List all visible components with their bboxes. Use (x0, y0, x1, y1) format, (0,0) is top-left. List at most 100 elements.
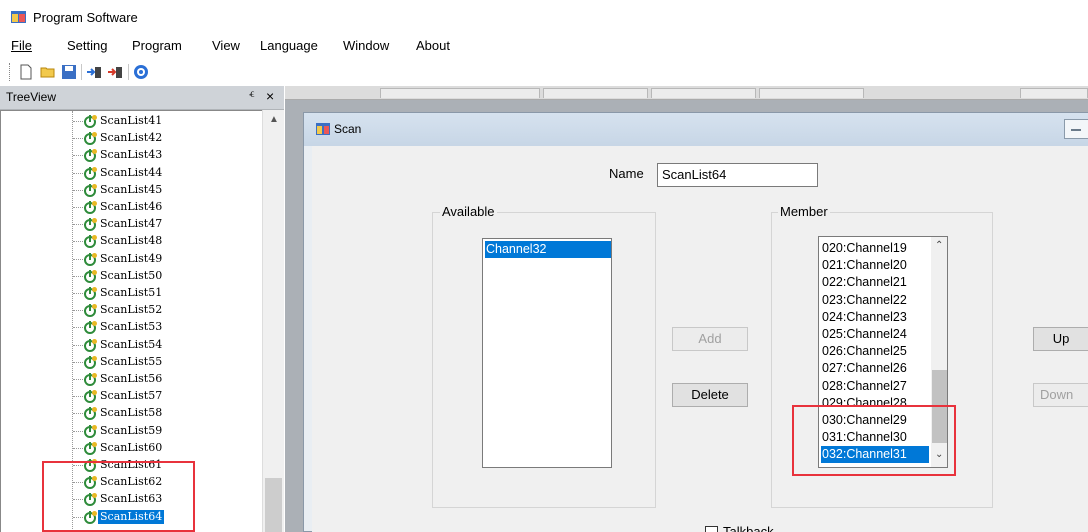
list-item[interactable]: 023:Channel22 (821, 292, 929, 309)
scanlist-icon (84, 269, 97, 283)
tree-node-label: ScanList52 (100, 303, 163, 317)
scanlist-icon (84, 338, 97, 352)
toolbar-separator (128, 64, 129, 80)
tree-branch-line (73, 207, 83, 208)
list-item[interactable]: 021:Channel20 (821, 257, 929, 274)
tree-node-label: ScanList53 (100, 320, 163, 334)
tree-node-label: ScanList50 (100, 268, 163, 282)
tree-node[interactable]: ScanList47 (73, 216, 253, 233)
tree-node[interactable]: ScanList56 (73, 371, 253, 388)
list-item[interactable]: 022:Channel21 (821, 274, 929, 291)
scanlist-icon (84, 441, 97, 455)
tree-node[interactable]: ScanList58 (73, 405, 253, 422)
save-icon[interactable] (61, 64, 77, 80)
tree-branch-line (73, 189, 83, 191)
available-label: Available (440, 204, 497, 219)
tree-node[interactable]: ScanList45 (73, 182, 253, 199)
tree-node[interactable]: ScanList49 (73, 251, 253, 268)
talkback-label: Talkback (723, 524, 774, 532)
tree-branch-line (73, 430, 83, 432)
tree-node[interactable]: ScanList43 (73, 147, 253, 164)
scanlist-icon (84, 132, 97, 146)
pin-icon[interactable]: ⱔ (249, 90, 255, 103)
menu-file[interactable]: File (11, 38, 32, 53)
mdi-tab-strip (285, 86, 1088, 100)
tree-node[interactable]: ScanList52 (73, 302, 253, 319)
mdi-tab[interactable] (651, 88, 756, 98)
tree-node[interactable]: ScanList46 (73, 199, 253, 216)
add-button[interactable]: Add (672, 327, 748, 351)
scanlist-icon (84, 287, 97, 300)
tree-node[interactable]: ScanList57 (73, 388, 253, 405)
scan-window-title: Scan (334, 122, 362, 136)
member-label: Member (778, 204, 830, 219)
tree-node[interactable]: ScanList41 (73, 113, 253, 130)
tree-node-label: ScanList41 (100, 114, 163, 127)
scanlist-icon (84, 166, 97, 180)
tree-branch-line (73, 138, 83, 140)
scroll-up-icon[interactable]: ⌃ (935, 240, 943, 251)
scrollbar-thumb[interactable] (265, 478, 282, 532)
new-file-icon[interactable] (18, 64, 34, 80)
tree-node[interactable]: ScanList44 (73, 165, 253, 182)
treeview-scrollbar[interactable]: ▲ (262, 110, 284, 532)
tree-node-label: ScanList46 (100, 200, 163, 213)
tree-branch-line (73, 258, 83, 260)
mdi-tab[interactable] (543, 88, 648, 98)
list-item[interactable]: 025:Channel24 (821, 326, 929, 343)
list-item[interactable]: 027:Channel26 (821, 360, 929, 377)
tree-node-label: ScanList55 (100, 354, 163, 368)
tree-branch-line (73, 413, 83, 415)
tree-branch-line (73, 310, 83, 312)
tree-node[interactable]: ScanList42 (73, 130, 253, 147)
scroll-up-icon[interactable]: ▲ (269, 114, 279, 125)
list-item[interactable]: 028:Channel27 (821, 378, 929, 395)
up-button[interactable]: Up (1033, 327, 1088, 351)
list-item[interactable]: 020:Channel19 (821, 240, 929, 257)
name-input[interactable]: ScanList64 (657, 163, 818, 187)
talkback-checkbox[interactable] (705, 526, 718, 532)
menu-language[interactable]: Language (260, 38, 318, 53)
tree-node[interactable]: ScanList50 (73, 268, 253, 285)
read-radio-icon[interactable] (86, 64, 102, 80)
scanlist-icon (84, 149, 97, 163)
toolbar-grip (9, 63, 11, 81)
delete-button[interactable]: Delete (672, 383, 748, 407)
scanlist-icon (84, 218, 97, 232)
tree-node[interactable]: ScanList60 (73, 440, 253, 457)
tree-node[interactable]: ScanList48 (73, 233, 253, 250)
mdi-tab[interactable] (1020, 88, 1088, 98)
tree-node[interactable]: ScanList59 (73, 423, 253, 440)
list-item[interactable]: 026:Channel25 (821, 343, 929, 360)
down-button[interactable]: Down (1033, 383, 1088, 407)
tree-branch-line (73, 447, 83, 449)
tree-branch-line (73, 379, 83, 380)
tree-node-label: ScanList47 (100, 217, 163, 231)
menu-about[interactable]: About (416, 38, 450, 53)
tree-branch-line (73, 224, 83, 226)
tree-node-label: ScanList49 (100, 251, 163, 265)
scanlist-icon (84, 390, 97, 404)
open-folder-icon[interactable] (40, 64, 56, 80)
tree-node[interactable]: ScanList54 (73, 337, 253, 354)
tree-node[interactable]: ScanList51 (73, 285, 253, 302)
scanlist-icon (84, 235, 97, 249)
menu-view[interactable]: View (212, 38, 240, 53)
menu-program[interactable]: Program (132, 38, 182, 53)
list-item[interactable]: 024:Channel23 (821, 309, 929, 326)
mdi-tab[interactable] (380, 88, 540, 98)
tree-node-label: ScanList42 (100, 131, 163, 145)
treeview-title: TreeView (6, 90, 57, 104)
available-listbox[interactable]: Channel32 (482, 238, 612, 468)
toolbar (0, 58, 1088, 86)
close-icon[interactable]: × (266, 88, 274, 104)
tree-node[interactable]: ScanList53 (73, 319, 253, 336)
minimize-button[interactable] (1064, 119, 1088, 139)
mdi-tab[interactable] (759, 88, 864, 98)
list-item[interactable]: Channel32 (485, 241, 611, 258)
help-icon[interactable] (133, 64, 149, 80)
tree-node[interactable]: ScanList55 (73, 354, 253, 371)
write-radio-icon[interactable] (107, 64, 123, 80)
menu-setting[interactable]: Setting (67, 38, 107, 53)
menu-window[interactable]: Window (343, 38, 389, 53)
